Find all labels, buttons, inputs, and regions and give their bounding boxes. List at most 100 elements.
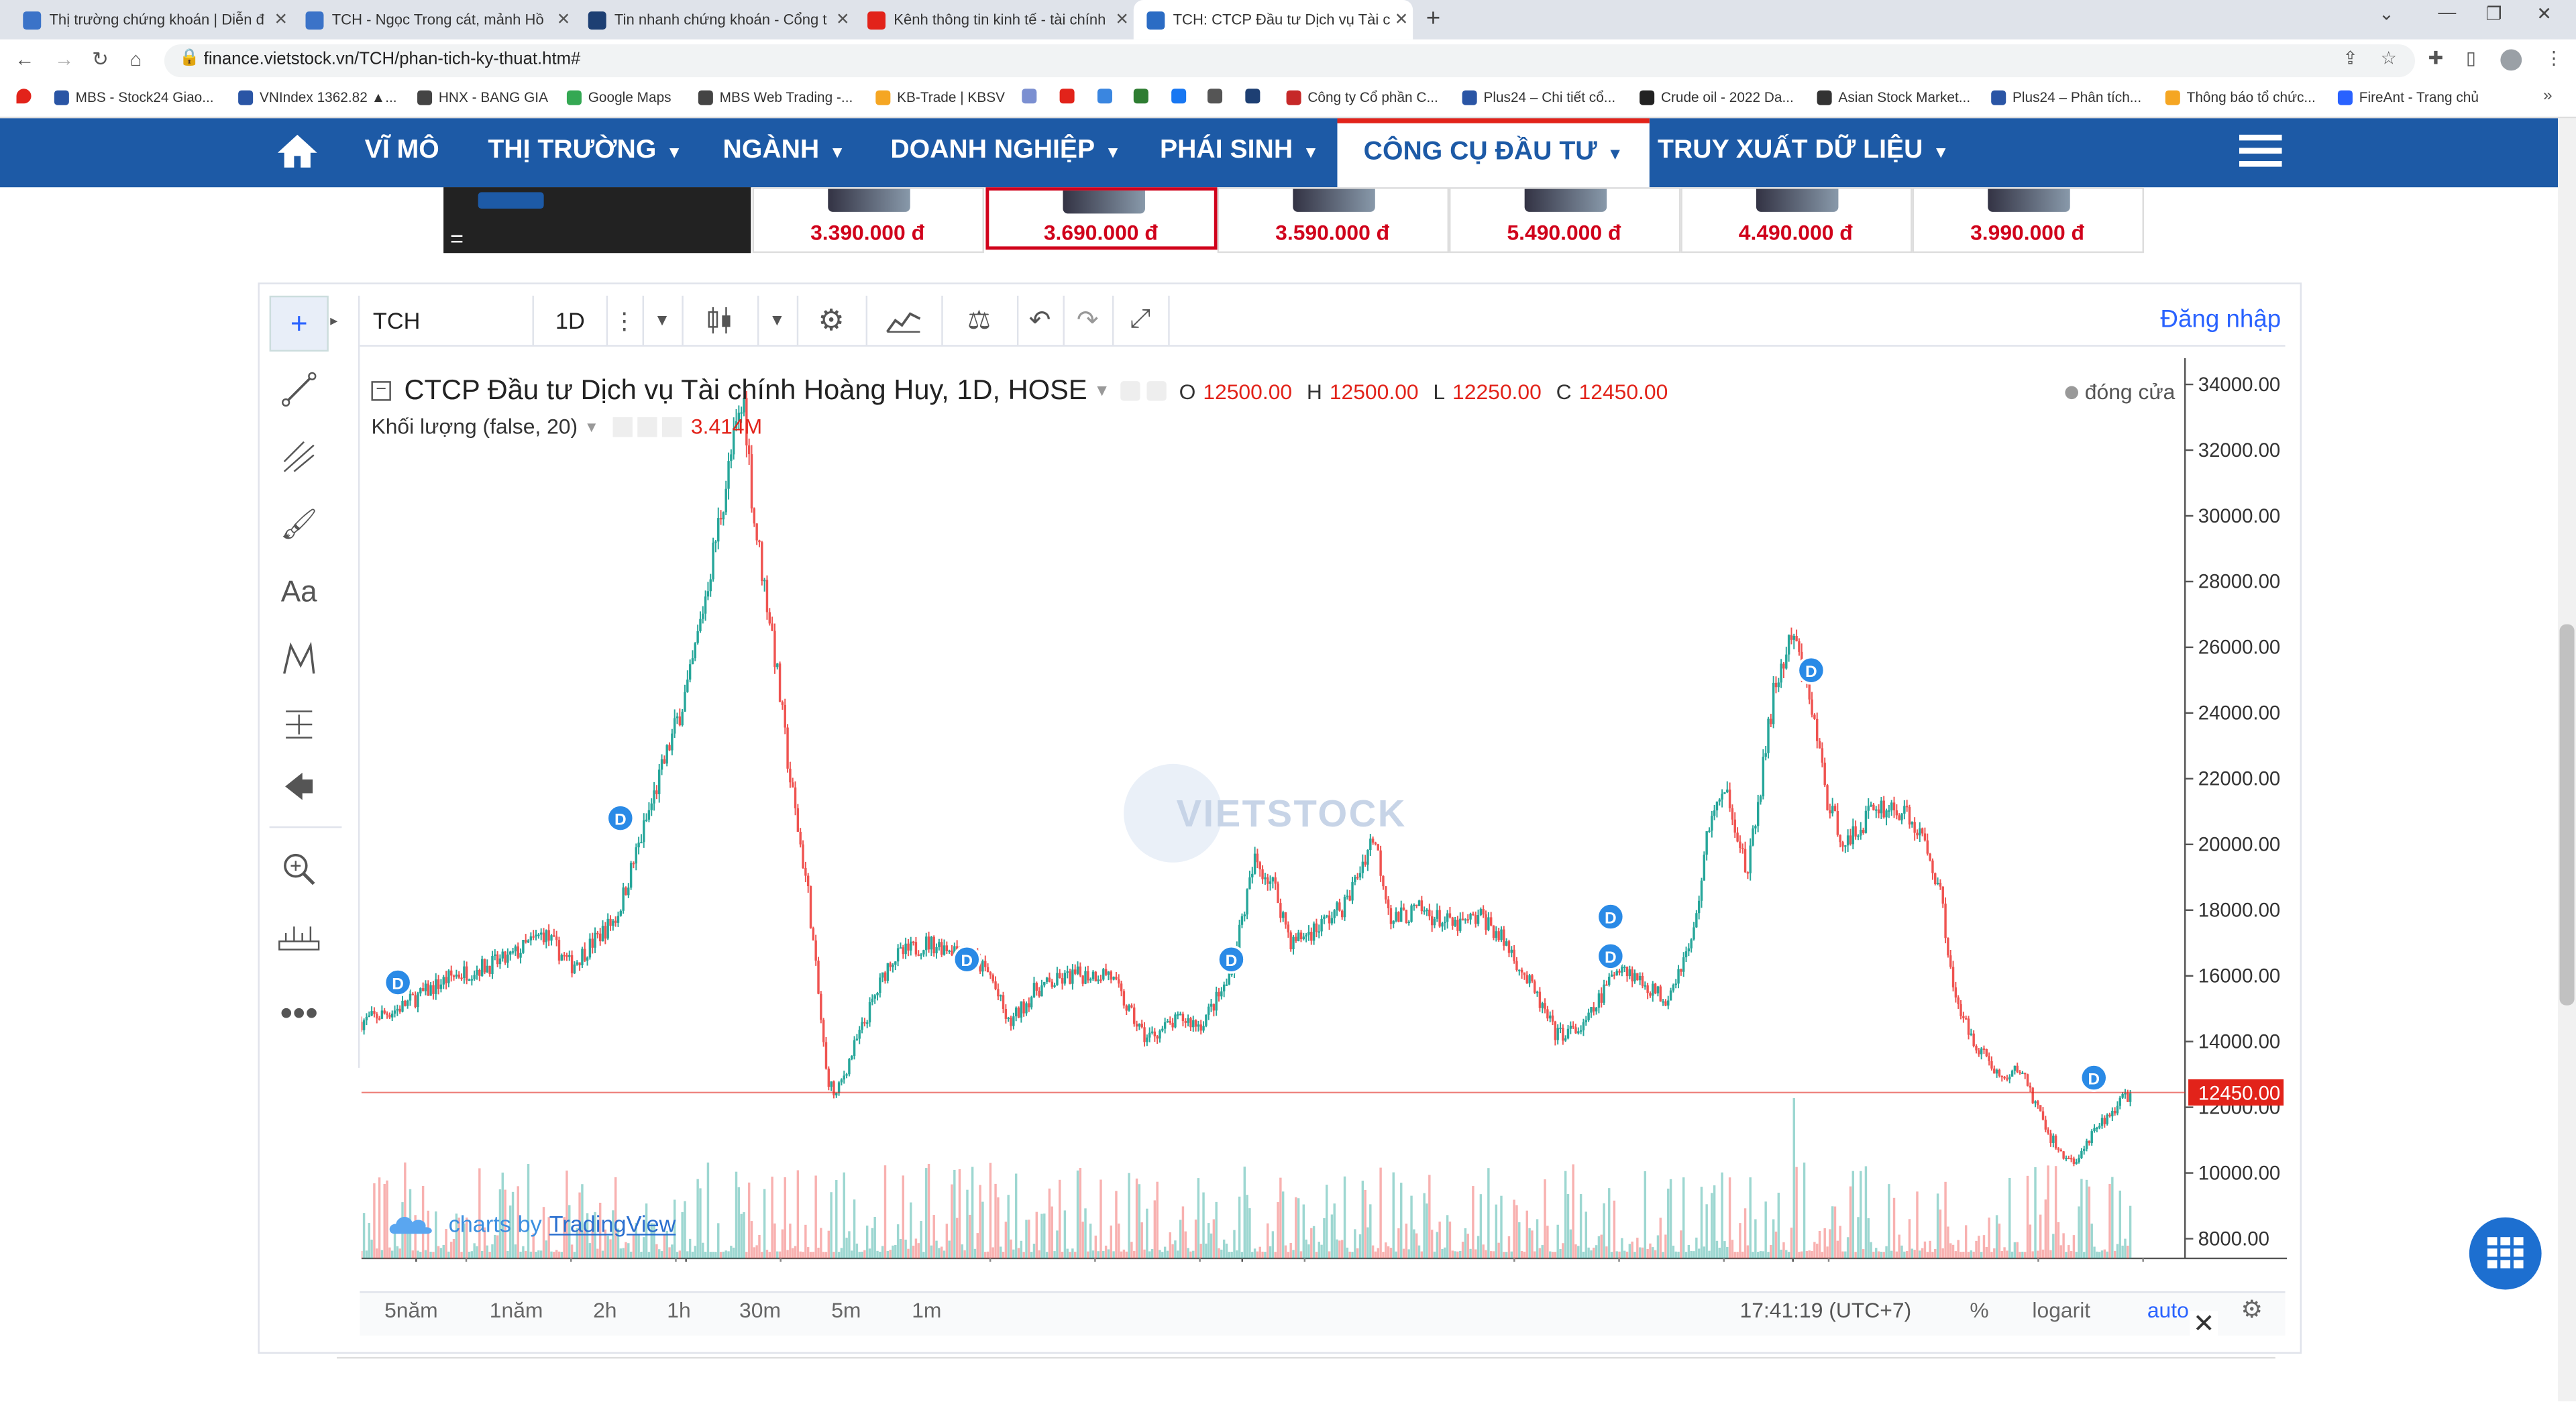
close-window-icon[interactable]: ✕: [2536, 3, 2552, 25]
hamburger-menu-icon[interactable]: [2239, 133, 2282, 177]
bookmark-item[interactable]: Plus24 – Chi tiết cổ...: [1462, 89, 1615, 105]
bookmark-item[interactable]: Thông báo tổ chức...: [2165, 89, 2316, 105]
bookmark-item[interactable]: [1022, 89, 1043, 104]
login-link[interactable]: Đăng nhập: [2160, 306, 2281, 334]
home-icon[interactable]: ⌂: [129, 48, 142, 70]
extensions-icon[interactable]: ✚: [2428, 48, 2444, 68]
back-icon[interactable]: ←: [15, 48, 34, 70]
pitchfork-tool-icon[interactable]: [270, 429, 329, 484]
bookmark-item[interactable]: MBS Web Trading -...: [698, 89, 853, 105]
sidepanel-icon[interactable]: ▯: [2466, 48, 2476, 68]
browser-tab[interactable]: Thị trường chứng khoán | Diễn đ ✕: [10, 0, 292, 40]
bookmark-item[interactable]: [1097, 89, 1119, 104]
compare-scale-icon[interactable]: ⚖: [941, 295, 1019, 345]
tab-search-icon[interactable]: ⌄: [2379, 3, 2394, 25]
page-scrollbar-thumb[interactable]: [2559, 624, 2575, 1006]
fullscreen-icon[interactable]: ⤢: [1112, 295, 1170, 345]
brush-tool-icon[interactable]: 🖌: [270, 496, 329, 552]
settings-gear-icon[interactable]: ⚙: [797, 295, 868, 345]
site-nav-item[interactable]: VĨ MÔ: [365, 118, 439, 187]
minimize-icon[interactable]: —: [2438, 3, 2456, 23]
restore-icon[interactable]: ❐: [2485, 3, 2502, 25]
indicators-icon[interactable]: [866, 295, 943, 345]
volume-visibility-icon[interactable]: [612, 416, 632, 437]
bookmark-item[interactable]: [1133, 89, 1155, 104]
range-button[interactable]: 1năm: [490, 1298, 543, 1323]
range-button[interactable]: 30m: [739, 1298, 781, 1323]
site-nav-item[interactable]: NGÀNH ▼: [723, 118, 846, 187]
volume-remove-icon[interactable]: [661, 416, 682, 437]
tab-close-icon[interactable]: ✕: [831, 11, 854, 29]
zoom-in-icon[interactable]: [270, 841, 329, 897]
site-nav-item[interactable]: TRUY XUẤT DỮ LIỆU ▼: [1658, 118, 1949, 187]
trendline-tool-icon[interactable]: [270, 362, 329, 417]
chart-style-dropdown-icon[interactable]: ▼: [757, 295, 799, 345]
maps-pin-icon[interactable]: [16, 89, 38, 104]
site-nav-item[interactable]: PHÁI SINH ▼: [1160, 118, 1319, 187]
site-nav-item[interactable]: THỊ TRƯỜNG ▼: [488, 118, 682, 187]
bookmark-item[interactable]: [1059, 89, 1081, 104]
new-tab-button[interactable]: +: [1426, 5, 1440, 33]
bookmark-item[interactable]: [1245, 89, 1267, 104]
range-button[interactable]: 5m: [831, 1298, 861, 1323]
ad-banner-logo[interactable]: =: [443, 187, 751, 254]
bookmark-item[interactable]: Plus24 – Phân tích...: [1991, 89, 2141, 105]
bookmark-item[interactable]: HNX - BANG GIA: [417, 89, 548, 105]
pattern-tool-icon[interactable]: [270, 631, 329, 686]
auto-scale-toggle[interactable]: auto: [2147, 1298, 2189, 1323]
bookmark-item[interactable]: Asian Stock Market...: [1817, 89, 1970, 105]
bookmark-item[interactable]: [1208, 89, 1229, 104]
bookmark-item[interactable]: [1171, 89, 1193, 104]
browser-tab[interactable]: TCH: CTCP Đầu tư Dịch vụ Tài ch ✕: [1133, 0, 1413, 40]
forward-icon[interactable]: →: [54, 48, 74, 70]
bookmark-item[interactable]: Công ty Cổ phần C...: [1286, 89, 1438, 105]
range-button[interactable]: 2h: [593, 1298, 616, 1323]
interval-dropdown-icon[interactable]: ▼: [643, 295, 684, 345]
symbol-search-input[interactable]: TCH: [360, 295, 534, 345]
crosshair-expand-icon[interactable]: ▸: [330, 312, 337, 330]
candle-style-icon[interactable]: [682, 295, 759, 345]
tab-close-icon[interactable]: ✕: [1390, 11, 1413, 29]
close-ad-x-icon[interactable]: ✕: [2190, 1311, 2218, 1339]
log-toggle[interactable]: logarit: [2032, 1298, 2090, 1323]
range-button[interactable]: 5năm: [384, 1298, 438, 1323]
tradingview-attribution[interactable]: charts by TradingView: [388, 1209, 676, 1238]
chart-properties-gear-icon[interactable]: ⚙: [2241, 1295, 2263, 1324]
browser-tab[interactable]: Tin nhanh chứng khoán - Cổng t ✕: [575, 0, 854, 40]
undo-icon[interactable]: ↶: [1017, 295, 1065, 345]
apps-grid-button[interactable]: [2469, 1217, 2542, 1290]
bookmark-item[interactable]: Google Maps: [566, 89, 672, 105]
interval-more-icon[interactable]: ⋮: [606, 295, 645, 345]
percent-toggle[interactable]: %: [1970, 1298, 1988, 1323]
site-nav-item[interactable]: CÔNG CỤ ĐẦU TƯ ▼: [1337, 118, 1650, 188]
bookmark-item[interactable]: Crude oil - 2022 Da...: [1640, 89, 1794, 105]
series-visibility-icon[interactable]: [1120, 381, 1140, 401]
text-tool-icon[interactable]: Aa: [270, 563, 329, 619]
crosshair-tool-icon[interactable]: +: [269, 295, 329, 352]
range-button[interactable]: 1h: [667, 1298, 690, 1323]
bookmark-item[interactable]: FireAnt - Trang chủ: [2337, 89, 2479, 105]
profile-avatar[interactable]: [2500, 49, 2522, 71]
ruler-tool-icon[interactable]: [270, 908, 329, 964]
interval-button[interactable]: 1D: [534, 295, 608, 345]
home-nav-icon[interactable]: [274, 131, 321, 179]
attribution-brand[interactable]: TradingView: [549, 1211, 676, 1237]
bookmark-star-icon[interactable]: ☆: [2381, 48, 2397, 68]
menu-kebab-icon[interactable]: ⋮: [2545, 48, 2563, 68]
share-icon[interactable]: ⇪: [2343, 48, 2358, 68]
bookmark-item[interactable]: VNIndex 1362.82 ▲...: [238, 89, 397, 105]
bookmark-item[interactable]: MBS - Stock24 Giao...: [54, 89, 214, 105]
measure-tool-icon[interactable]: [270, 696, 329, 752]
reload-icon[interactable]: ↻: [92, 48, 109, 70]
tab-close-icon[interactable]: ✕: [1111, 11, 1134, 29]
volume-menu-icon[interactable]: ▼: [584, 418, 599, 434]
url-text[interactable]: finance.vietstock.vn/TCH/phan-tich-ky-th…: [204, 49, 581, 68]
browser-tab[interactable]: TCH - Ngọc Trong cát, mảnh Hồ ✕: [292, 0, 575, 40]
tab-close-icon[interactable]: ✕: [270, 11, 292, 29]
tab-close-icon[interactable]: ✕: [552, 11, 575, 29]
bookmark-item[interactable]: KB-Trade | KBSV: [875, 89, 1005, 105]
more-tools-icon[interactable]: •••: [270, 985, 329, 1041]
bookmarks-overflow-icon[interactable]: »: [2543, 87, 2553, 105]
browser-tab[interactable]: Kênh thông tin kinh tế - tài chính ✕: [854, 0, 1133, 40]
series-menu-icon[interactable]: ▼: [1093, 382, 1110, 400]
